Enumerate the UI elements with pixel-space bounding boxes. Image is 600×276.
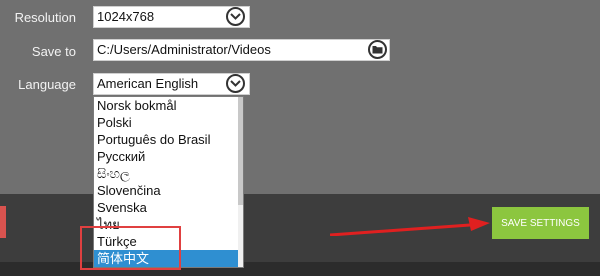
dropdown-scrollbar[interactable]	[238, 97, 243, 267]
arrow-annotation	[330, 217, 490, 236]
save-to-path-input[interactable]: C:/Users/Administrator/Videos	[93, 39, 390, 61]
language-option[interactable]: Polski	[94, 114, 239, 131]
language-dropdown-button[interactable]	[226, 74, 245, 93]
save-settings-button[interactable]: SAVE SETTINGS	[492, 207, 589, 239]
language-option[interactable]: ไทย	[94, 216, 239, 233]
settings-panel	[0, 0, 600, 194]
browse-folder-button[interactable]	[368, 40, 387, 59]
language-option-selected[interactable]: 简体中文	[94, 250, 239, 267]
resolution-dropdown-button[interactable]	[226, 7, 245, 26]
language-option[interactable]: Português do Brasil	[94, 131, 239, 148]
language-dropdown-list[interactable]: Norsk bokmål Polski Português do Brasil …	[93, 96, 244, 268]
language-option[interactable]: සිංහල	[94, 165, 239, 182]
language-option[interactable]: Türkçe	[94, 233, 239, 250]
side-tab[interactable]	[0, 206, 6, 238]
language-option[interactable]: Norsk bokmål	[94, 97, 239, 114]
language-option[interactable]: Slovenčina	[94, 182, 239, 199]
folder-icon	[372, 46, 383, 54]
language-option[interactable]: Svenska	[94, 199, 239, 216]
language-label: Language	[18, 77, 76, 92]
chevron-down-icon	[230, 13, 241, 20]
language-option[interactable]: Русский	[94, 148, 239, 165]
chevron-down-icon	[230, 80, 241, 87]
resolution-label: Resolution	[14, 10, 76, 25]
dropdown-scrollbar-thumb[interactable]	[238, 97, 243, 205]
footer-strip	[0, 262, 600, 276]
save-to-label: Save to	[31, 44, 76, 59]
